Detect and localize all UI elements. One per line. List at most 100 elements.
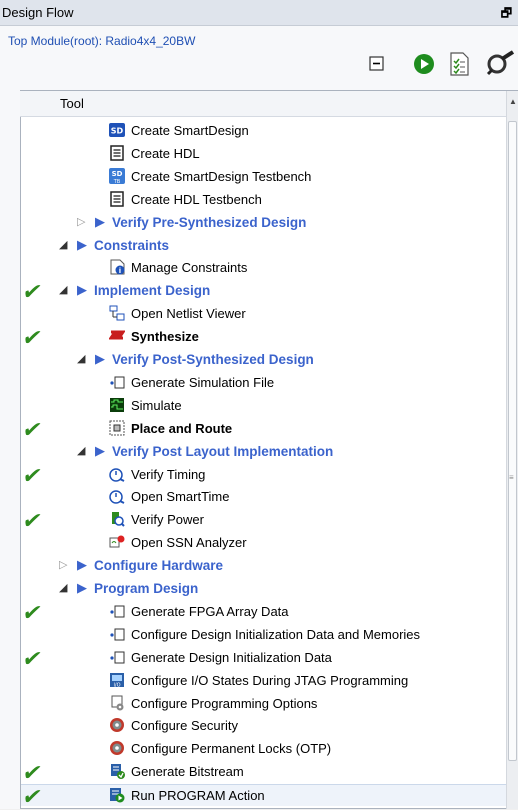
- tree-row-label: Generate Bitstream: [131, 764, 244, 780]
- run-icon[interactable]: [413, 53, 435, 75]
- completed-check-icon: ✔: [20, 508, 45, 534]
- tree-row[interactable]: I/O Configure I/O States During JTAG Prog…: [21, 670, 506, 692]
- expand-icon[interactable]: ▷: [59, 558, 67, 571]
- tree-row-label: Verify Post Layout Implementation: [112, 443, 334, 459]
- tree-column-header-label: Tool: [60, 96, 84, 111]
- tree-row[interactable]: ◢ ▶ Verify Post Layout Implementation: [21, 441, 506, 463]
- tree-row-label: Simulate: [131, 397, 182, 413]
- collapse-icon[interactable]: ◢: [77, 444, 85, 457]
- tree-row[interactable]: ◢ ▶ Verify Post-Synthesized Design: [21, 349, 506, 371]
- tree-row-label: Create SmartDesign Testbench: [131, 168, 312, 184]
- tree-row-label: Open SmartTime: [131, 489, 230, 505]
- tree-row-label: Manage Constraints: [131, 260, 248, 276]
- collapse-icon[interactable]: ◢: [77, 352, 85, 365]
- tree-row[interactable]: ▷ ▶ Verify Pre-Synthesized Design: [21, 212, 506, 234]
- group-arrow-icon: ▶: [95, 213, 105, 229]
- tree-column-header[interactable]: Tool: [20, 91, 506, 117]
- timing-icon: [109, 490, 125, 505]
- tree-row-label: Configure Programming Options: [131, 695, 318, 711]
- collapse-all-icon[interactable]: [368, 55, 386, 73]
- tree-row[interactable]: Open SmartTime: [21, 486, 506, 508]
- tree-row[interactable]: Generate Simulation File: [21, 372, 506, 394]
- io-states-icon: I/O: [110, 672, 124, 688]
- simulate-icon: [110, 397, 124, 412]
- group-arrow-icon: ▶: [77, 282, 87, 298]
- tree-row-label: Verify Post-Synthesized Design: [112, 352, 314, 367]
- tree-row[interactable]: ✔ Generate Design Initialization Data: [20, 645, 506, 671]
- smartdesign-testbench-icon: SDTB: [109, 167, 125, 184]
- svg-text:I/O: I/O: [113, 682, 120, 688]
- tree-row[interactable]: Configure Permanent Locks (OTP): [21, 738, 506, 760]
- manage-constraints-icon: i: [110, 259, 125, 275]
- tree-row[interactable]: Create HDL: [21, 143, 506, 165]
- tree-row-label: Create HDL: [131, 145, 200, 161]
- tree-row-label: Configure Hardware: [94, 558, 224, 574]
- collapse-icon[interactable]: ◢: [59, 581, 67, 594]
- collapse-icon[interactable]: ◢: [59, 238, 67, 251]
- tree-row-label: Run PROGRAM Action: [131, 788, 265, 804]
- place-route-icon: [109, 420, 125, 436]
- scrollbar-grip-icon: ≡: [509, 473, 514, 482]
- tree-row[interactable]: Open SSN Analyzer: [21, 532, 506, 554]
- completed-check-icon: ✔: [20, 760, 45, 786]
- top-module-label[interactable]: Top Module(root): Radio4x4_20BW: [8, 34, 195, 48]
- tree-row[interactable]: ✔ Verify Timing: [20, 463, 506, 488]
- tree-row[interactable]: ✔ Generate Bitstream: [20, 760, 506, 786]
- completed-check-icon: ✔: [20, 416, 45, 442]
- svg-text:i: i: [119, 267, 121, 275]
- tree-scrollbar[interactable]: ▲ ≡: [506, 91, 518, 809]
- tree-row[interactable]: ✔ Generate FPGA Array Data: [20, 600, 506, 625]
- tree-row-label: Configure Permanent Locks (OTP): [131, 741, 332, 757]
- tree-row[interactable]: SD Create SmartDesign: [21, 120, 506, 142]
- tree-row-label: Create HDL Testbench: [131, 191, 262, 207]
- tree-row[interactable]: Create HDL Testbench: [21, 189, 506, 211]
- tree-row[interactable]: i Manage Constraints: [21, 257, 506, 279]
- smartdesign-icon: SD: [109, 123, 125, 137]
- tree-row[interactable]: ▷ ▶ Configure Hardware: [21, 555, 506, 577]
- tree-row[interactable]: Configure Design Initialization Data and…: [21, 624, 506, 646]
- bitstream-icon: [111, 764, 125, 780]
- tree-row-label: Implement Design: [94, 283, 211, 299]
- panel-title: Design Flow: [2, 5, 74, 20]
- ssn-analyzer-icon: [109, 535, 125, 548]
- report-icon[interactable]: [448, 52, 470, 76]
- pin-icon[interactable]: 🗗: [501, 4, 512, 25]
- tree-row[interactable]: ◢ ▶ Constraints: [21, 235, 506, 257]
- tree-row[interactable]: ✔ Place and Route: [20, 416, 506, 442]
- tree-row[interactable]: Configure Security: [21, 715, 506, 737]
- svg-text:SD: SD: [112, 170, 123, 178]
- tree-row[interactable]: ✔ ◢ ▶ Implement Design: [20, 279, 506, 304]
- tree-row-label: Generate Design Initialization Data: [131, 649, 332, 665]
- svg-text:TB: TB: [113, 179, 121, 184]
- tree-row[interactable]: ◢ ▶ Program Design: [21, 578, 506, 600]
- tree-row[interactable]: ✔ Synthesize: [20, 325, 506, 350]
- tools-icon[interactable]: [486, 50, 516, 76]
- tree-row-label: Verify Power: [131, 512, 204, 528]
- tree-row[interactable]: Simulate: [21, 395, 506, 417]
- svg-text:SD: SD: [111, 127, 124, 136]
- tree-row-label: Configure I/O States During JTAG Program…: [131, 672, 409, 688]
- group-arrow-icon: ▶: [77, 236, 87, 252]
- tree-row[interactable]: Open Netlist Viewer: [21, 303, 506, 325]
- security-icon: [110, 741, 124, 756]
- tree-row[interactable]: SD TB Create SmartDesign Testbench: [21, 166, 506, 188]
- generate-file-icon: [110, 628, 125, 641]
- group-arrow-icon: ▶: [77, 557, 87, 573]
- tree-row-label: Configure Design Initialization Data and…: [131, 626, 421, 642]
- expand-icon[interactable]: ▷: [77, 215, 85, 228]
- netlist-viewer-icon: [109, 305, 125, 321]
- collapse-icon[interactable]: ◢: [59, 283, 67, 296]
- tree-row[interactable]: ✔ Run PROGRAM Action: [20, 784, 506, 809]
- scrollbar-thumb[interactable]: [508, 121, 517, 761]
- tree-row[interactable]: Configure Programming Options: [21, 693, 506, 715]
- group-arrow-icon: ▶: [77, 580, 87, 595]
- tree-row[interactable]: ✔ Verify Power: [20, 508, 506, 534]
- scroll-up-icon[interactable]: ▲: [509, 97, 517, 106]
- generate-file-icon: [110, 376, 125, 389]
- hdl-file-icon: [110, 190, 124, 207]
- tree-row-label: Verify Pre-Synthesized Design: [112, 214, 307, 230]
- group-arrow-icon: ▶: [95, 351, 105, 366]
- hdl-file-icon: [110, 145, 124, 161]
- tree-row-label: Configure Security: [131, 718, 238, 734]
- completed-check-icon: ✔: [20, 645, 45, 671]
